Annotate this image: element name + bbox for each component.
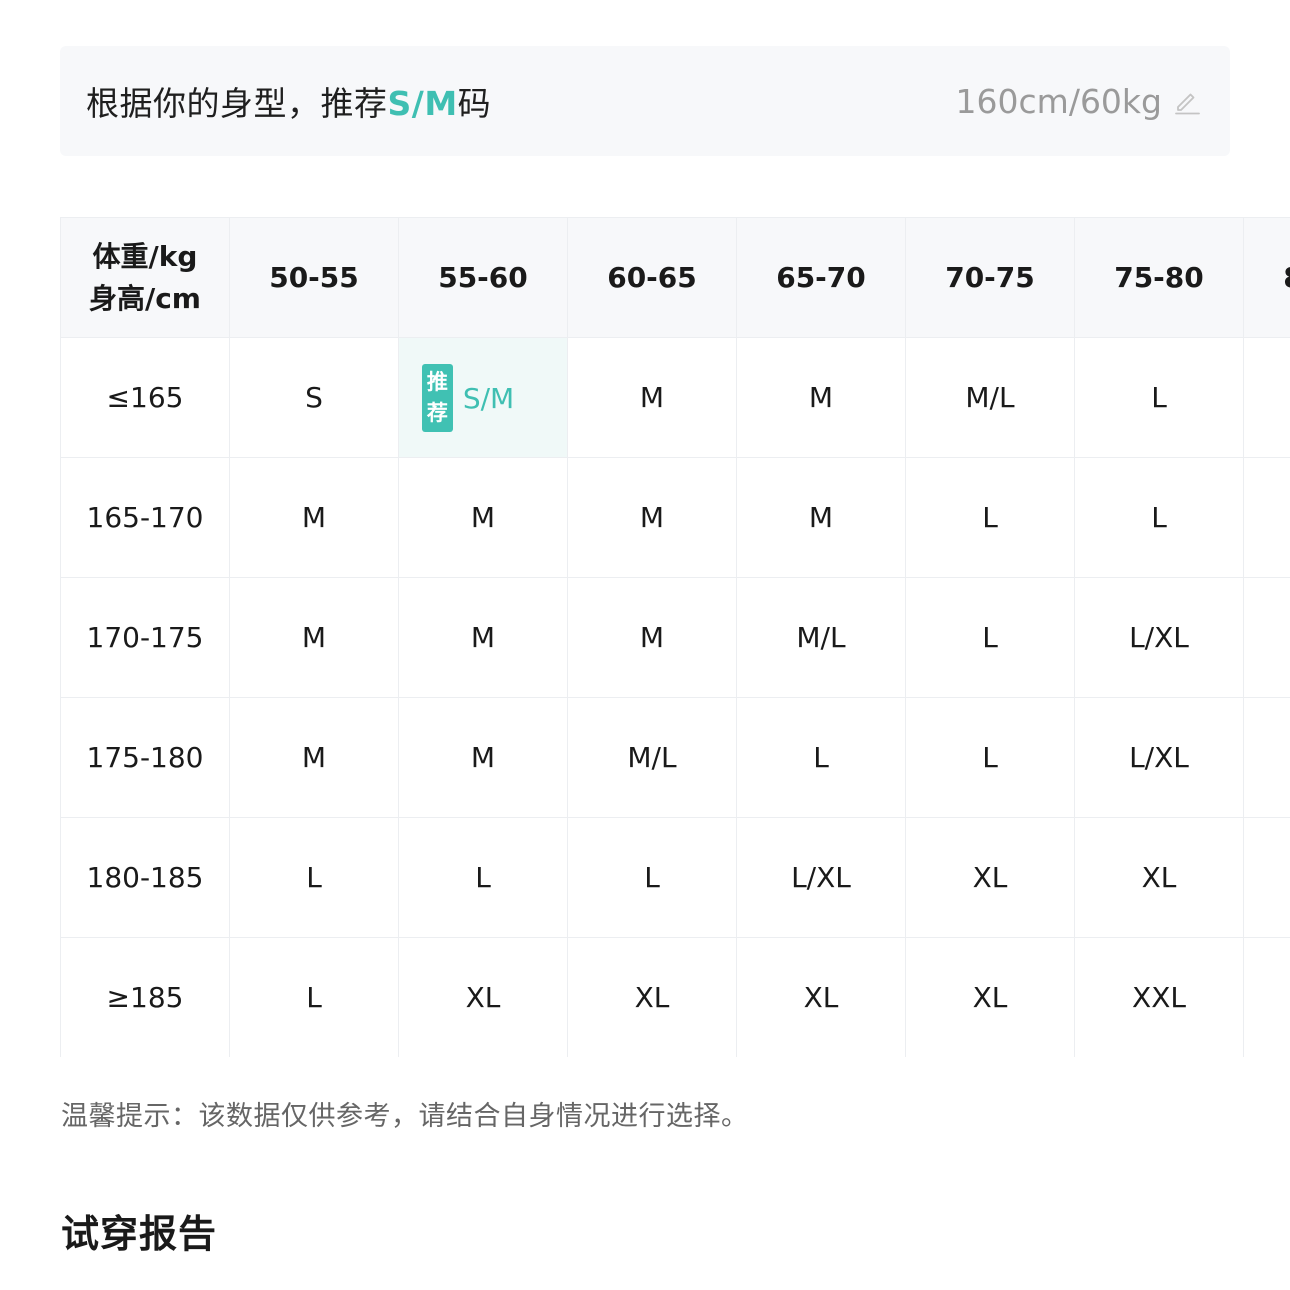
size-cell: S bbox=[229, 337, 399, 458]
size-cell: M bbox=[398, 577, 568, 698]
table-header-row: 体重/kg 身高/cm 50-55 55-60 60-65 65-70 70-75… bbox=[60, 217, 1290, 338]
size-cell: L bbox=[229, 937, 399, 1057]
height-header: 170-175 bbox=[60, 577, 230, 698]
table-row: 180-185 L L L L/XL XL XL bbox=[60, 817, 1290, 938]
height-header: ≥185 bbox=[60, 937, 230, 1057]
size-cell: XL bbox=[1074, 817, 1244, 938]
recommendation-text: 根据你的身型，推荐S/M码 bbox=[86, 77, 491, 125]
size-recommendation-banner: 根据你的身型，推荐S/M码 160cm/60kg bbox=[60, 46, 1230, 156]
size-cell bbox=[1243, 937, 1290, 1057]
size-cell: M bbox=[229, 577, 399, 698]
size-cell: XL bbox=[905, 817, 1075, 938]
table-row: ≥185 L XL XL XL XL XXL bbox=[60, 937, 1290, 1057]
table-row: 170-175 M M M M/L L L/XL bbox=[60, 577, 1290, 698]
size-cell bbox=[1243, 337, 1290, 458]
size-cell: XL bbox=[905, 937, 1075, 1057]
recommended-size: S/M bbox=[387, 84, 458, 123]
size-cell: M bbox=[229, 697, 399, 818]
size-cell: XXL bbox=[1074, 937, 1244, 1057]
height-header: 175-180 bbox=[60, 697, 230, 818]
size-cell: L bbox=[1074, 337, 1244, 458]
pencil-icon[interactable] bbox=[1172, 86, 1202, 116]
weight-header: 70-75 bbox=[905, 217, 1075, 338]
body-stats-editor[interactable]: 160cm/60kg bbox=[956, 82, 1202, 121]
size-cell: L/XL bbox=[1074, 697, 1244, 818]
table-corner-header: 体重/kg 身高/cm bbox=[60, 217, 230, 338]
size-cell: M bbox=[398, 457, 568, 578]
size-cell: L bbox=[229, 817, 399, 938]
size-cell: L bbox=[905, 577, 1075, 698]
size-cell: M bbox=[398, 697, 568, 818]
size-cell: M bbox=[567, 337, 737, 458]
size-cell: L bbox=[398, 817, 568, 938]
recommend-badge: 推荐 bbox=[421, 364, 453, 432]
size-cell bbox=[1243, 697, 1290, 818]
recommended-size-cell: 推荐 S/M bbox=[398, 337, 568, 458]
size-cell: L bbox=[905, 457, 1075, 578]
size-cell: M bbox=[736, 337, 906, 458]
size-table: 体重/kg 身高/cm 50-55 55-60 60-65 65-70 70-75… bbox=[60, 217, 1290, 1057]
size-cell: L bbox=[905, 697, 1075, 818]
table-row: 175-180 M M M/L L L L/XL bbox=[60, 697, 1290, 818]
size-cell: L bbox=[1074, 457, 1244, 578]
table-row: ≤165 S 推荐 S/M M M M/L L bbox=[60, 337, 1290, 458]
size-cell: L/XL bbox=[1074, 577, 1244, 698]
size-cell bbox=[1243, 817, 1290, 938]
height-header: ≤165 bbox=[60, 337, 230, 458]
size-cell: L bbox=[736, 697, 906, 818]
try-on-report-title: 试穿报告 bbox=[61, 1212, 218, 1256]
recommended-size-value: S/M bbox=[462, 381, 515, 415]
weight-header: 65-70 bbox=[736, 217, 906, 338]
size-cell: M/L bbox=[905, 337, 1075, 458]
size-chart[interactable]: 体重/kg 身高/cm 50-55 55-60 60-65 65-70 70-75… bbox=[60, 217, 1290, 1057]
size-cell: XL bbox=[736, 937, 906, 1057]
recommend-badge-char: 推 bbox=[426, 370, 448, 394]
size-cell: M bbox=[567, 577, 737, 698]
recommendation-prefix: 根据你的身型，推荐 bbox=[86, 84, 388, 123]
weight-header: 60-65 bbox=[567, 217, 737, 338]
weight-header: 75-80 bbox=[1074, 217, 1244, 338]
reference-tip: 温馨提示：该数据仅供参考，请结合自身情况进行选择。 bbox=[61, 1101, 749, 1132]
weight-axis-label: 体重/kg bbox=[92, 239, 198, 273]
size-cell bbox=[1243, 577, 1290, 698]
size-cell: M bbox=[229, 457, 399, 578]
size-cell: M bbox=[736, 457, 906, 578]
height-header: 180-185 bbox=[60, 817, 230, 938]
size-cell: L bbox=[567, 817, 737, 938]
recommendation-suffix: 码 bbox=[457, 84, 492, 123]
height-axis-label: 身高/cm bbox=[88, 281, 201, 315]
size-cell bbox=[1243, 457, 1290, 578]
size-cell: XL bbox=[398, 937, 568, 1057]
size-cell: L/XL bbox=[736, 817, 906, 938]
size-cell: M bbox=[567, 457, 737, 578]
weight-header: 50-55 bbox=[229, 217, 399, 338]
weight-header: 55-60 bbox=[398, 217, 568, 338]
weight-header: 80-85 bbox=[1243, 217, 1290, 338]
body-stats[interactable]: 160cm/60kg bbox=[956, 82, 1162, 121]
height-header: 165-170 bbox=[60, 457, 230, 578]
size-cell: XL bbox=[567, 937, 737, 1057]
table-row: 165-170 M M M M L L bbox=[60, 457, 1290, 578]
recommend-badge-char: 荐 bbox=[426, 401, 448, 425]
size-cell: M/L bbox=[736, 577, 906, 698]
size-cell: M/L bbox=[567, 697, 737, 818]
